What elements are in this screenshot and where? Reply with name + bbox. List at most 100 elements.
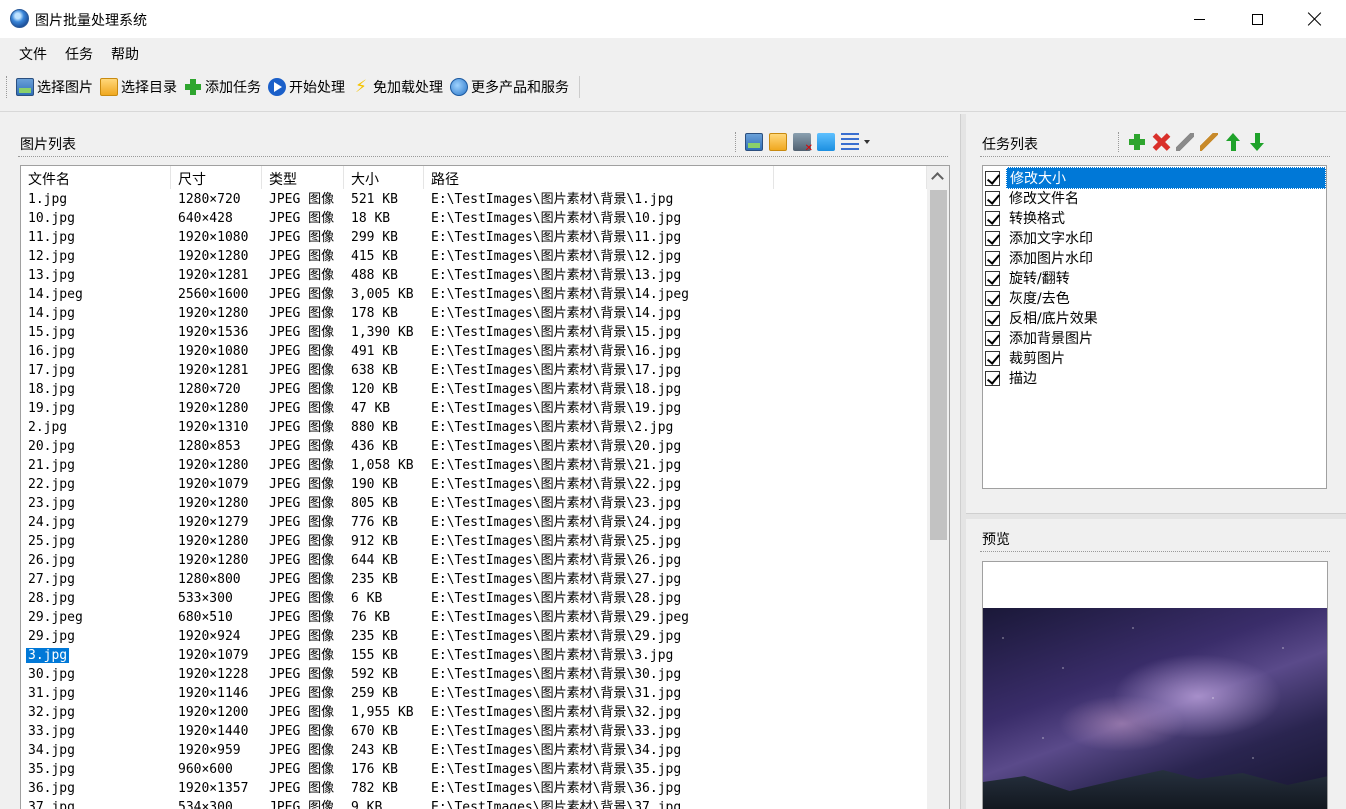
task-item[interactable]: 裁剪图片 (983, 348, 1326, 368)
start-processing-button[interactable]: 开始处理 (265, 74, 349, 100)
table-row[interactable]: 29.jpeg 680×510 JPEG 图像 76 KB E:\TestImages\… (21, 608, 927, 627)
recycle-bin-icon[interactable] (817, 133, 835, 151)
task-item[interactable]: 添加图片水印 (983, 248, 1326, 268)
column-header-type[interactable]: 类型 (262, 166, 344, 189)
task-checkbox[interactable] (985, 210, 1000, 226)
cell-dimensions-text: 1280×853 (178, 439, 241, 454)
table-row[interactable]: 10.jpg 640×428 JPEG 图像 18 KB E:\TestImages\图… (21, 209, 927, 228)
table-row[interactable]: 24.jpg 1920×1279 JPEG 图像 776 KB E:\TestImage… (21, 513, 927, 532)
task-checkbox[interactable] (985, 250, 1000, 266)
table-row[interactable]: 18.jpg 1280×720 JPEG 图像 120 KB E:\TestImages… (21, 380, 927, 399)
table-row[interactable]: 20.jpg 1280×853 JPEG 图像 436 KB E:\TestImages… (21, 437, 927, 456)
cell-filename: 13.jpg (21, 266, 171, 285)
task-checkbox[interactable] (985, 170, 1000, 186)
minimize-button[interactable] (1170, 0, 1228, 38)
table-row[interactable]: 25.jpg 1920×1280 JPEG 图像 912 KB E:\TestImage… (21, 532, 927, 551)
image-list-view[interactable]: 文件名 尺寸 类型 大小 路径 1.jpg 1280×720 JPEG 图像 521 … (20, 165, 950, 809)
scroll-thumb[interactable] (930, 190, 947, 540)
task-checkbox[interactable] (985, 270, 1000, 286)
mini-toolbar-grip[interactable] (735, 132, 738, 152)
cell-filename-text: 13.jpg (28, 268, 75, 283)
clear-tasks-icon[interactable] (1200, 133, 1218, 151)
task-item[interactable]: 灰度/去色 (983, 288, 1326, 308)
task-item[interactable]: 添加背景图片 (983, 328, 1326, 348)
select-folder-button[interactable]: 选择目录 (97, 74, 181, 100)
edit-task-icon[interactable] (1176, 133, 1194, 151)
table-row[interactable]: 19.jpg 1920×1280 JPEG 图像 47 KB E:\TestImages… (21, 399, 927, 418)
table-row[interactable]: 35.jpg 960×600 JPEG 图像 176 KB E:\TestImages\… (21, 760, 927, 779)
task-checkbox[interactable] (985, 230, 1000, 246)
maximize-button[interactable] (1228, 0, 1286, 38)
task-item[interactable]: 转换格式 (983, 208, 1326, 228)
task-checkbox[interactable] (985, 370, 1000, 386)
table-row[interactable]: 13.jpg 1920×1281 JPEG 图像 488 KB E:\TestImage… (21, 266, 927, 285)
close-button[interactable] (1286, 0, 1344, 38)
table-row[interactable]: 22.jpg 1920×1079 JPEG 图像 190 KB E:\TestImage… (21, 475, 927, 494)
cell-dimensions-text: 1280×800 (178, 572, 241, 587)
table-row[interactable]: 23.jpg 1920×1280 JPEG 图像 805 KB E:\TestImage… (21, 494, 927, 513)
task-item[interactable]: 描边 (983, 368, 1326, 388)
delete-task-icon[interactable] (1152, 133, 1170, 151)
task-item[interactable]: 反相/底片效果 (983, 308, 1326, 328)
view-list-icon[interactable] (841, 133, 859, 151)
more-products-button[interactable]: 更多产品和服务 (447, 74, 573, 100)
table-row[interactable]: 16.jpg 1920×1080 JPEG 图像 491 KB E:\TestImage… (21, 342, 927, 361)
toolbar-grip[interactable] (6, 76, 9, 98)
table-row[interactable]: 36.jpg 1920×1357 JPEG 图像 782 KB E:\TestImage… (21, 779, 927, 798)
scroll-up-icon[interactable] (931, 172, 944, 185)
task-toolbar-grip[interactable] (1118, 132, 1121, 152)
task-checkbox[interactable] (985, 310, 1000, 326)
table-row[interactable]: 26.jpg 1920×1280 JPEG 图像 644 KB E:\TestImage… (21, 551, 927, 570)
menu-file[interactable]: 文件 (10, 38, 56, 68)
table-row[interactable]: 17.jpg 1920×1281 JPEG 图像 638 KB E:\TestImage… (21, 361, 927, 380)
add-image-icon[interactable] (745, 133, 763, 151)
table-row[interactable]: 15.jpg 1920×1536 JPEG 图像 1,390 KB E:\TestIma… (21, 323, 927, 342)
select-images-button[interactable]: 选择图片 (13, 74, 97, 100)
move-up-icon[interactable] (1224, 133, 1242, 151)
column-header-dimensions[interactable]: 尺寸 (171, 166, 262, 189)
table-row[interactable]: 34.jpg 1920×959 JPEG 图像 243 KB E:\TestImages… (21, 741, 927, 760)
table-row[interactable]: 11.jpg 1920×1080 JPEG 图像 299 KB E:\TestImage… (21, 228, 927, 247)
remove-image-icon[interactable] (793, 133, 813, 154)
menu-task[interactable]: 任务 (56, 38, 102, 68)
column-header-filename[interactable]: 文件名 (21, 166, 171, 189)
vertical-scrollbar[interactable] (927, 166, 949, 809)
table-row[interactable]: 32.jpg 1920×1200 JPEG 图像 1,955 KB E:\TestIma… (21, 703, 927, 722)
table-row[interactable]: 33.jpg 1920×1440 JPEG 图像 670 KB E:\TestImage… (21, 722, 927, 741)
table-row[interactable]: 3.jpg 1920×1079 JPEG 图像 155 KB E:\TestImages… (21, 646, 927, 665)
table-row[interactable]: 31.jpg 1920×1146 JPEG 图像 259 KB E:\TestImage… (21, 684, 927, 703)
task-item[interactable]: 修改文件名 (983, 188, 1326, 208)
add-folder-icon[interactable] (769, 133, 787, 151)
table-row[interactable]: 27.jpg 1280×800 JPEG 图像 235 KB E:\TestImages… (21, 570, 927, 589)
cell-dimensions: 1920×1080 (171, 228, 262, 247)
table-row[interactable]: 1.jpg 1280×720 JPEG 图像 521 KB E:\TestImages\… (21, 190, 927, 209)
cell-filename-text: 1.jpg (28, 192, 68, 207)
dropdown-arrow-icon[interactable] (864, 140, 870, 144)
table-row[interactable]: 14.jpg 1920×1280 JPEG 图像 178 KB E:\TestImage… (21, 304, 927, 323)
table-row[interactable]: 29.jpg 1920×924 JPEG 图像 235 KB E:\TestImages… (21, 627, 927, 646)
table-row[interactable]: 28.jpg 533×300 JPEG 图像 6 KB E:\TestImages\图片… (21, 589, 927, 608)
task-checkbox[interactable] (985, 350, 1000, 366)
task-item[interactable]: 旋转/翻转 (983, 268, 1326, 288)
cell-size-text: 178 KB (351, 306, 398, 321)
table-row[interactable]: 30.jpg 1920×1228 JPEG 图像 592 KB E:\TestImage… (21, 665, 927, 684)
cell-dimensions: 1920×1079 (171, 475, 262, 494)
table-row[interactable]: 14.jpeg 2560×1600 JPEG 图像 3,005 KB E:\TestIm… (21, 285, 927, 304)
no-load-processing-button[interactable]: ⚡ 免加载处理 (349, 74, 447, 100)
task-checkbox[interactable] (985, 330, 1000, 346)
column-header-path[interactable]: 路径 (424, 166, 774, 189)
task-checkbox[interactable] (985, 290, 1000, 306)
task-item[interactable]: 修改大小 (983, 167, 1326, 189)
task-checkbox[interactable] (985, 190, 1000, 206)
task-item[interactable]: 添加文字水印 (983, 228, 1326, 248)
move-down-icon[interactable] (1248, 133, 1266, 151)
column-header-size[interactable]: 大小 (344, 166, 424, 189)
table-row[interactable]: 12.jpg 1920×1280 JPEG 图像 415 KB E:\TestImage… (21, 247, 927, 266)
add-task-button[interactable]: 添加任务 (181, 74, 265, 100)
task-checklist[interactable]: 修改大小 修改文件名 转换格式 添加文字水印 添加图片水印 旋转/翻转 灰度/去色 反相/底片… (982, 165, 1327, 489)
menu-help[interactable]: 帮助 (102, 38, 148, 68)
add-task-icon[interactable] (1128, 133, 1146, 151)
table-row[interactable]: 37.jpg 534×300 JPEG 图像 9 KB E:\TestImages\图片… (21, 798, 927, 809)
table-row[interactable]: 21.jpg 1920×1280 JPEG 图像 1,058 KB E:\TestIma… (21, 456, 927, 475)
table-row[interactable]: 2.jpg 1920×1310 JPEG 图像 880 KB E:\TestImages… (21, 418, 927, 437)
